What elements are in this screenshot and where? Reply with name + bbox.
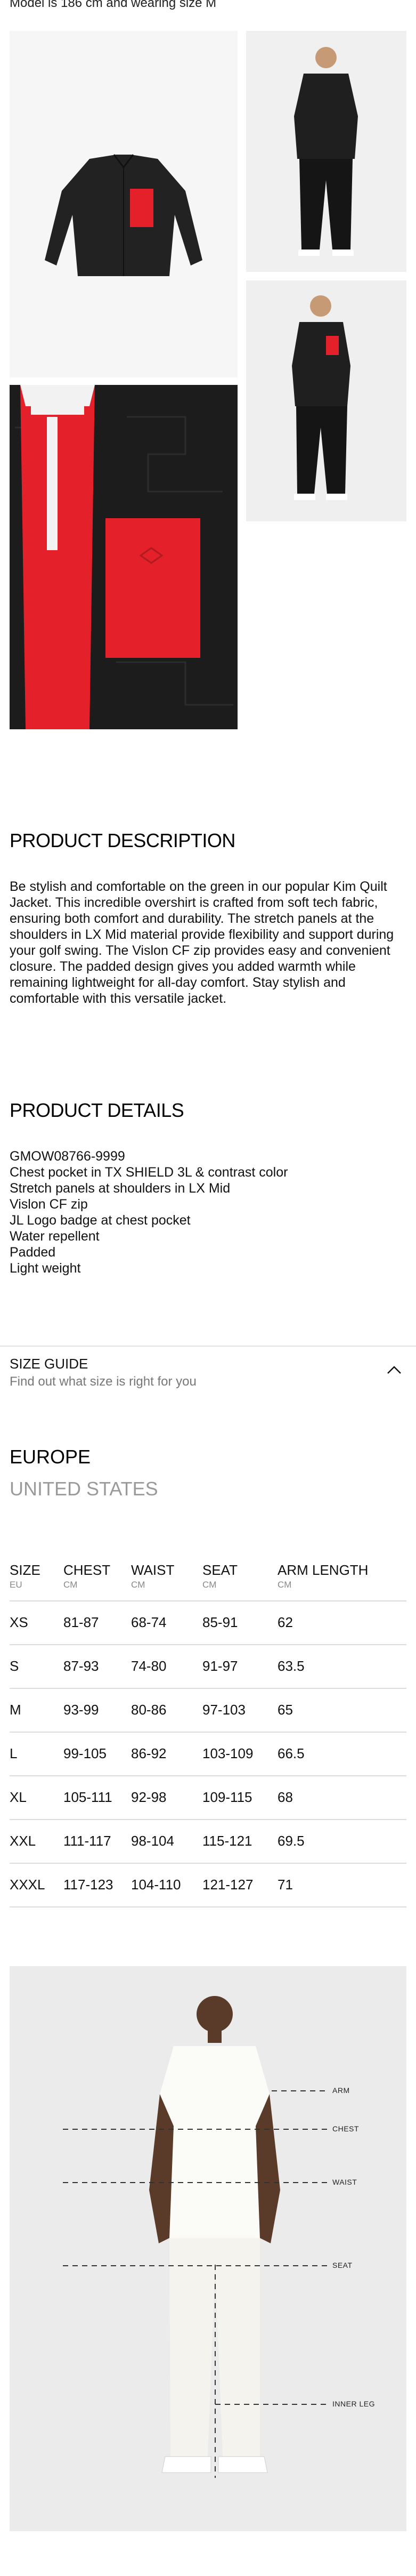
cell-chest: 117-123 <box>63 1877 113 1893</box>
details-item: Padded <box>10 1245 56 1260</box>
region-tab-europe[interactable]: EUROPE <box>10 1446 91 1468</box>
cell-size: S <box>10 1658 19 1674</box>
cell-seat: 109-115 <box>202 1789 252 1805</box>
cell-seat: 85-91 <box>202 1614 238 1630</box>
details-item: Water repellent <box>10 1229 100 1244</box>
cell-waist: 92-98 <box>131 1789 167 1805</box>
guide-label-inner-leg: INNER LEG <box>332 2400 375 2408</box>
cell-size: XL <box>10 1789 27 1805</box>
cell-arm-length: 68 <box>278 1789 293 1805</box>
cell-seat: 121-127 <box>202 1877 254 1893</box>
product-image-detail-pocket[interactable] <box>10 385 238 729</box>
model-front-illustration <box>246 31 406 272</box>
size-guide-toggle[interactable]: SIZE GUIDE Find out what size is right f… <box>10 1356 406 1398</box>
column-header-size: SIZE EU <box>10 1562 40 1590</box>
cell-waist: 104-110 <box>131 1877 181 1893</box>
measurement-guide-image: ARM CHEST WAIST SEAT INNER LEG <box>10 1966 406 2531</box>
guide-label-waist: WAIST <box>332 2178 357 2186</box>
table-row: XXL 111-117 98-104 115-121 69.5 <box>10 1820 406 1864</box>
table-row: L 99-105 86-92 103-109 66.5 <box>10 1733 406 1776</box>
cell-seat: 103-109 <box>202 1745 254 1761</box>
cell-waist: 68-74 <box>131 1614 167 1630</box>
table-row: XS 81-87 68-74 85-91 62 <box>10 1601 406 1645</box>
size-guide-subtitle: Find out what size is right for you <box>10 1374 197 1389</box>
chevron-up-icon[interactable] <box>386 1364 402 1375</box>
cell-seat: 97-103 <box>202 1702 246 1718</box>
size-table: SIZE EU CHEST CM WAIST CM SEAT CM ARM LE… <box>10 1558 406 1907</box>
cell-size: XXL <box>10 1833 36 1849</box>
cell-chest: 111-117 <box>63 1833 111 1849</box>
table-row: XXXL 117-123 104-110 121-127 71 <box>10 1864 406 1907</box>
cell-chest: 105-111 <box>63 1789 112 1805</box>
cell-seat: 91-97 <box>202 1658 238 1674</box>
cell-chest: 93-99 <box>63 1702 99 1718</box>
product-details-title: PRODUCT DETAILS <box>10 1099 184 1121</box>
product-image-flat-lay[interactable] <box>10 31 238 377</box>
details-item: Chest pocket in TX SHIELD 3L & contrast … <box>10 1165 288 1180</box>
column-header-waist: WAIST CM <box>131 1562 175 1590</box>
product-description-text: Be stylish and comfortable on the green … <box>10 879 394 1006</box>
model-measurement-illustration <box>10 1966 406 2531</box>
cell-waist: 86-92 <box>131 1745 167 1761</box>
cell-arm-length: 65 <box>278 1702 293 1718</box>
column-header-arm-length: ARM LENGTH CM <box>278 1562 369 1590</box>
details-item: Vislon CF zip <box>10 1197 88 1212</box>
pocket-detail-illustration <box>10 385 238 729</box>
cell-chest: 99-105 <box>63 1745 107 1761</box>
cell-size: L <box>10 1745 18 1761</box>
cell-waist: 98-104 <box>131 1833 174 1849</box>
cell-size: M <box>10 1702 21 1718</box>
column-header-seat: SEAT CM <box>202 1562 238 1590</box>
table-row: S 87-93 74-80 91-97 63.5 <box>10 1645 406 1689</box>
cell-arm-length: 62 <box>278 1614 293 1630</box>
cell-waist: 74-80 <box>131 1658 167 1674</box>
cell-waist: 80-86 <box>131 1702 167 1718</box>
guide-label-arm: ARM <box>332 2086 350 2095</box>
details-item: Light weight <box>10 1261 81 1276</box>
section-divider <box>0 1346 416 1347</box>
cell-arm-length: 66.5 <box>278 1745 305 1761</box>
product-image-model-side[interactable] <box>246 280 406 521</box>
region-tab-united-states[interactable]: UNITED STATES <box>10 1478 158 1500</box>
size-table-header: SIZE EU CHEST CM WAIST CM SEAT CM ARM LE… <box>10 1558 406 1601</box>
cell-chest: 81-87 <box>63 1614 99 1630</box>
details-item: GMOW08766-9999 <box>10 1149 125 1164</box>
details-item: JL Logo badge at chest pocket <box>10 1213 191 1228</box>
table-row: M 93-99 80-86 97-103 65 <box>10 1689 406 1733</box>
product-description-title: PRODUCT DESCRIPTION <box>10 830 235 851</box>
model-size-note: Model is 186 cm and wearing size M <box>10 0 217 10</box>
size-guide-title: SIZE GUIDE <box>10 1356 88 1372</box>
cell-arm-length: 71 <box>278 1877 293 1893</box>
product-details-list: GMOW08766-9999 Chest pocket in TX SHIELD… <box>10 1148 406 1276</box>
cell-chest: 87-93 <box>63 1658 99 1674</box>
column-header-chest: CHEST CM <box>63 1562 111 1590</box>
jacket-flat-illustration <box>10 31 238 377</box>
cell-arm-length: 63.5 <box>278 1658 305 1674</box>
guide-label-seat: SEAT <box>332 2261 353 2269</box>
cell-seat: 115-121 <box>202 1833 252 1849</box>
cell-size: XS <box>10 1614 28 1630</box>
guide-label-chest: CHEST <box>332 2124 359 2133</box>
details-item: Stretch panels at shoulders in LX Mid <box>10 1181 231 1196</box>
product-gallery <box>10 31 406 729</box>
cell-size: XXXL <box>10 1877 45 1893</box>
model-side-illustration <box>246 280 406 521</box>
table-row: XL 105-111 92-98 109-115 68 <box>10 1776 406 1820</box>
product-image-model-front[interactable] <box>246 31 406 272</box>
cell-arm-length: 69.5 <box>278 1833 305 1849</box>
